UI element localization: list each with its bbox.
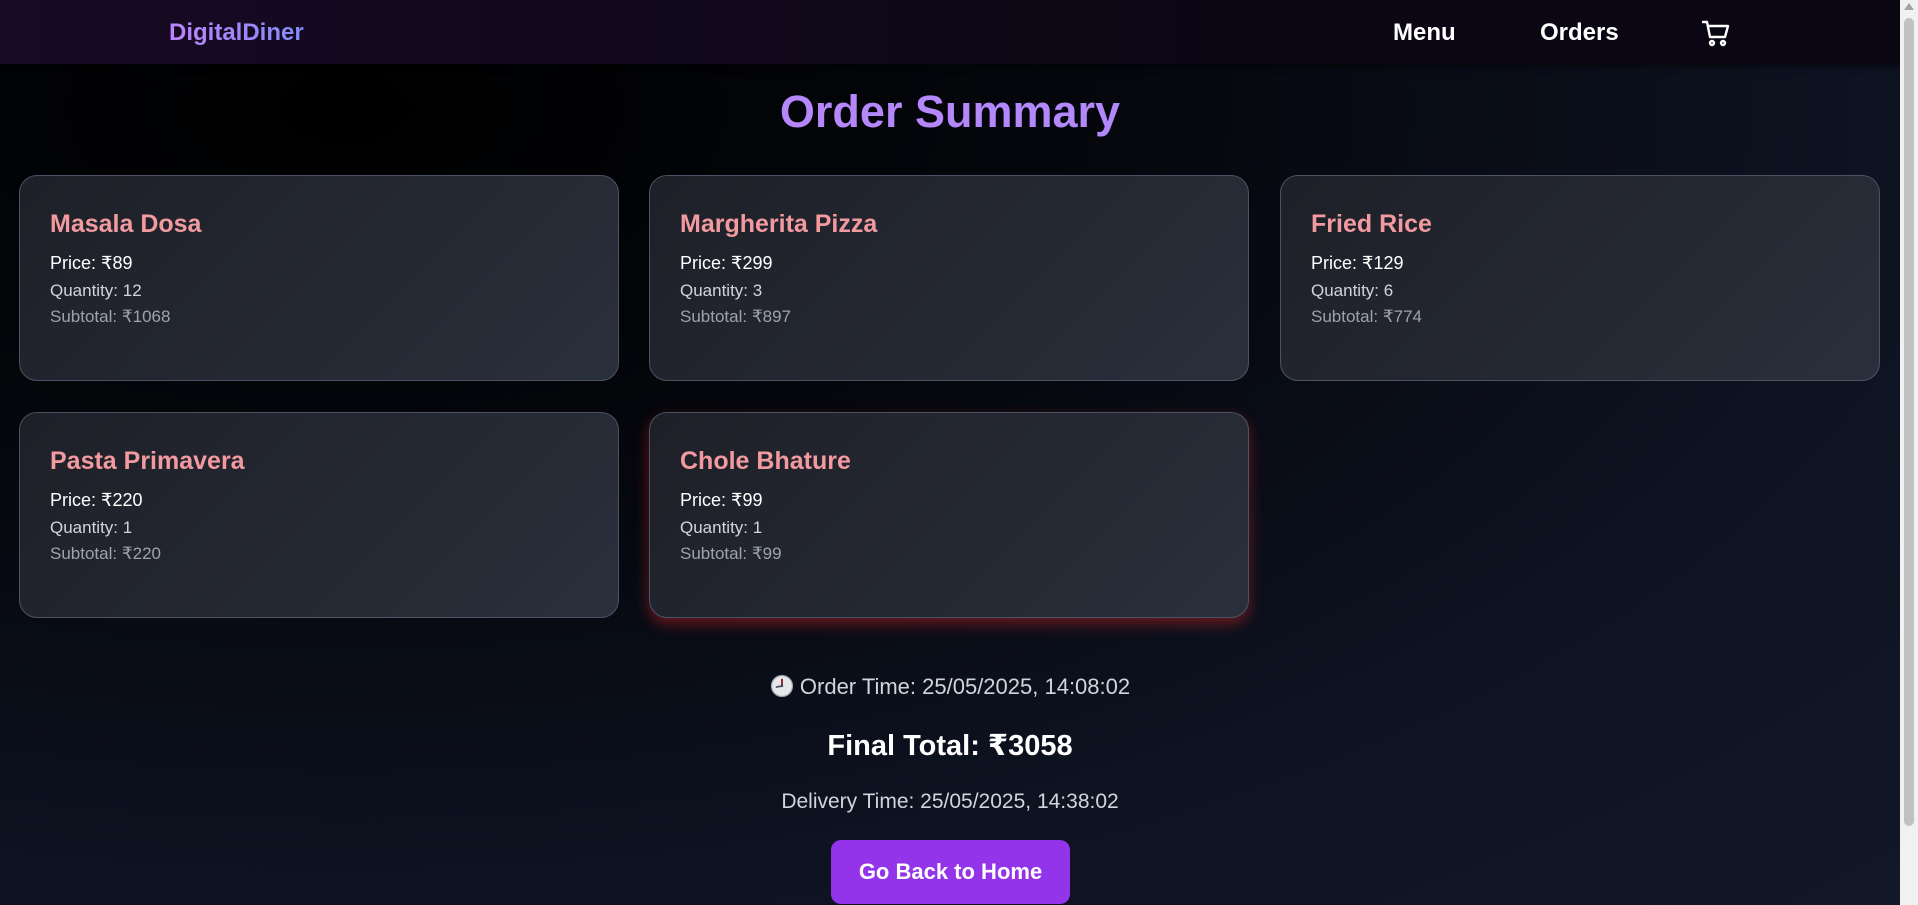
go-back-home-button[interactable]: Go Back to Home <box>831 840 1070 904</box>
order-item-card: Chole Bhature Price: ₹99 Quantity: 1 Sub… <box>649 412 1249 618</box>
delivery-time: Delivery Time: 25/05/2025, 14:38:02 <box>781 790 1119 813</box>
order-time-text: Order Time: 25/05/2025, 14:08:02 <box>799 674 1131 699</box>
item-subtotal: Subtotal: ₹1068 <box>50 307 171 326</box>
item-subtotal: Subtotal: ₹897 <box>680 307 792 326</box>
navbar: DigitalDiner Menu Orders <box>0 0 1900 64</box>
scroll-up-arrow-icon[interactable] <box>1904 3 1914 10</box>
nav-menu-link[interactable]: Menu <box>1393 19 1456 47</box>
item-name: Fried Rice <box>1311 210 1432 238</box>
item-subtotal: Subtotal: ₹99 <box>680 544 782 563</box>
nav-orders-link[interactable]: Orders <box>1540 19 1619 47</box>
order-item-card: Fried Rice Price: ₹129 Quantity: 6 Subto… <box>1280 175 1880 381</box>
item-quantity: Quantity: 6 <box>1311 281 1394 300</box>
item-price: Price: ₹129 <box>1311 253 1404 273</box>
item-name: Pasta Primavera <box>50 447 245 475</box>
item-subtotal: Subtotal: ₹220 <box>50 544 162 563</box>
item-subtotal: Subtotal: ₹774 <box>1311 307 1423 326</box>
item-quantity: Quantity: 1 <box>50 518 133 537</box>
scrollbar[interactable] <box>1900 0 1918 905</box>
scrollbar-thumb[interactable] <box>1904 18 1914 826</box>
item-quantity: Quantity: 12 <box>50 281 142 300</box>
order-item-card: Pasta Primavera Price: ₹220 Quantity: 1 … <box>19 412 619 618</box>
item-name: Margherita Pizza <box>680 210 878 238</box>
item-price: Price: ₹89 <box>50 253 133 273</box>
order-item-card: Masala Dosa Price: ₹89 Quantity: 12 Subt… <box>19 175 619 381</box>
item-price: Price: ₹299 <box>680 253 773 273</box>
page-title: Order Summary <box>0 86 1900 138</box>
order-item-card: Margherita Pizza Price: ₹299 Quantity: 3… <box>649 175 1249 381</box>
cart-icon[interactable] <box>1701 19 1731 47</box>
item-price: Price: ₹220 <box>50 490 143 510</box>
brand-logo[interactable]: DigitalDiner <box>169 19 304 47</box>
item-name: Chole Bhature <box>680 447 851 475</box>
item-quantity: Quantity: 3 <box>680 281 763 300</box>
item-quantity: Quantity: 1 <box>680 518 763 537</box>
item-price: Price: ₹99 <box>680 490 763 510</box>
clock-icon <box>770 674 794 704</box>
item-name: Masala Dosa <box>50 210 202 238</box>
order-time: Order Time: 25/05/2025, 14:08:02 <box>0 674 1900 704</box>
final-total: Final Total: ₹3058 <box>827 730 1073 762</box>
